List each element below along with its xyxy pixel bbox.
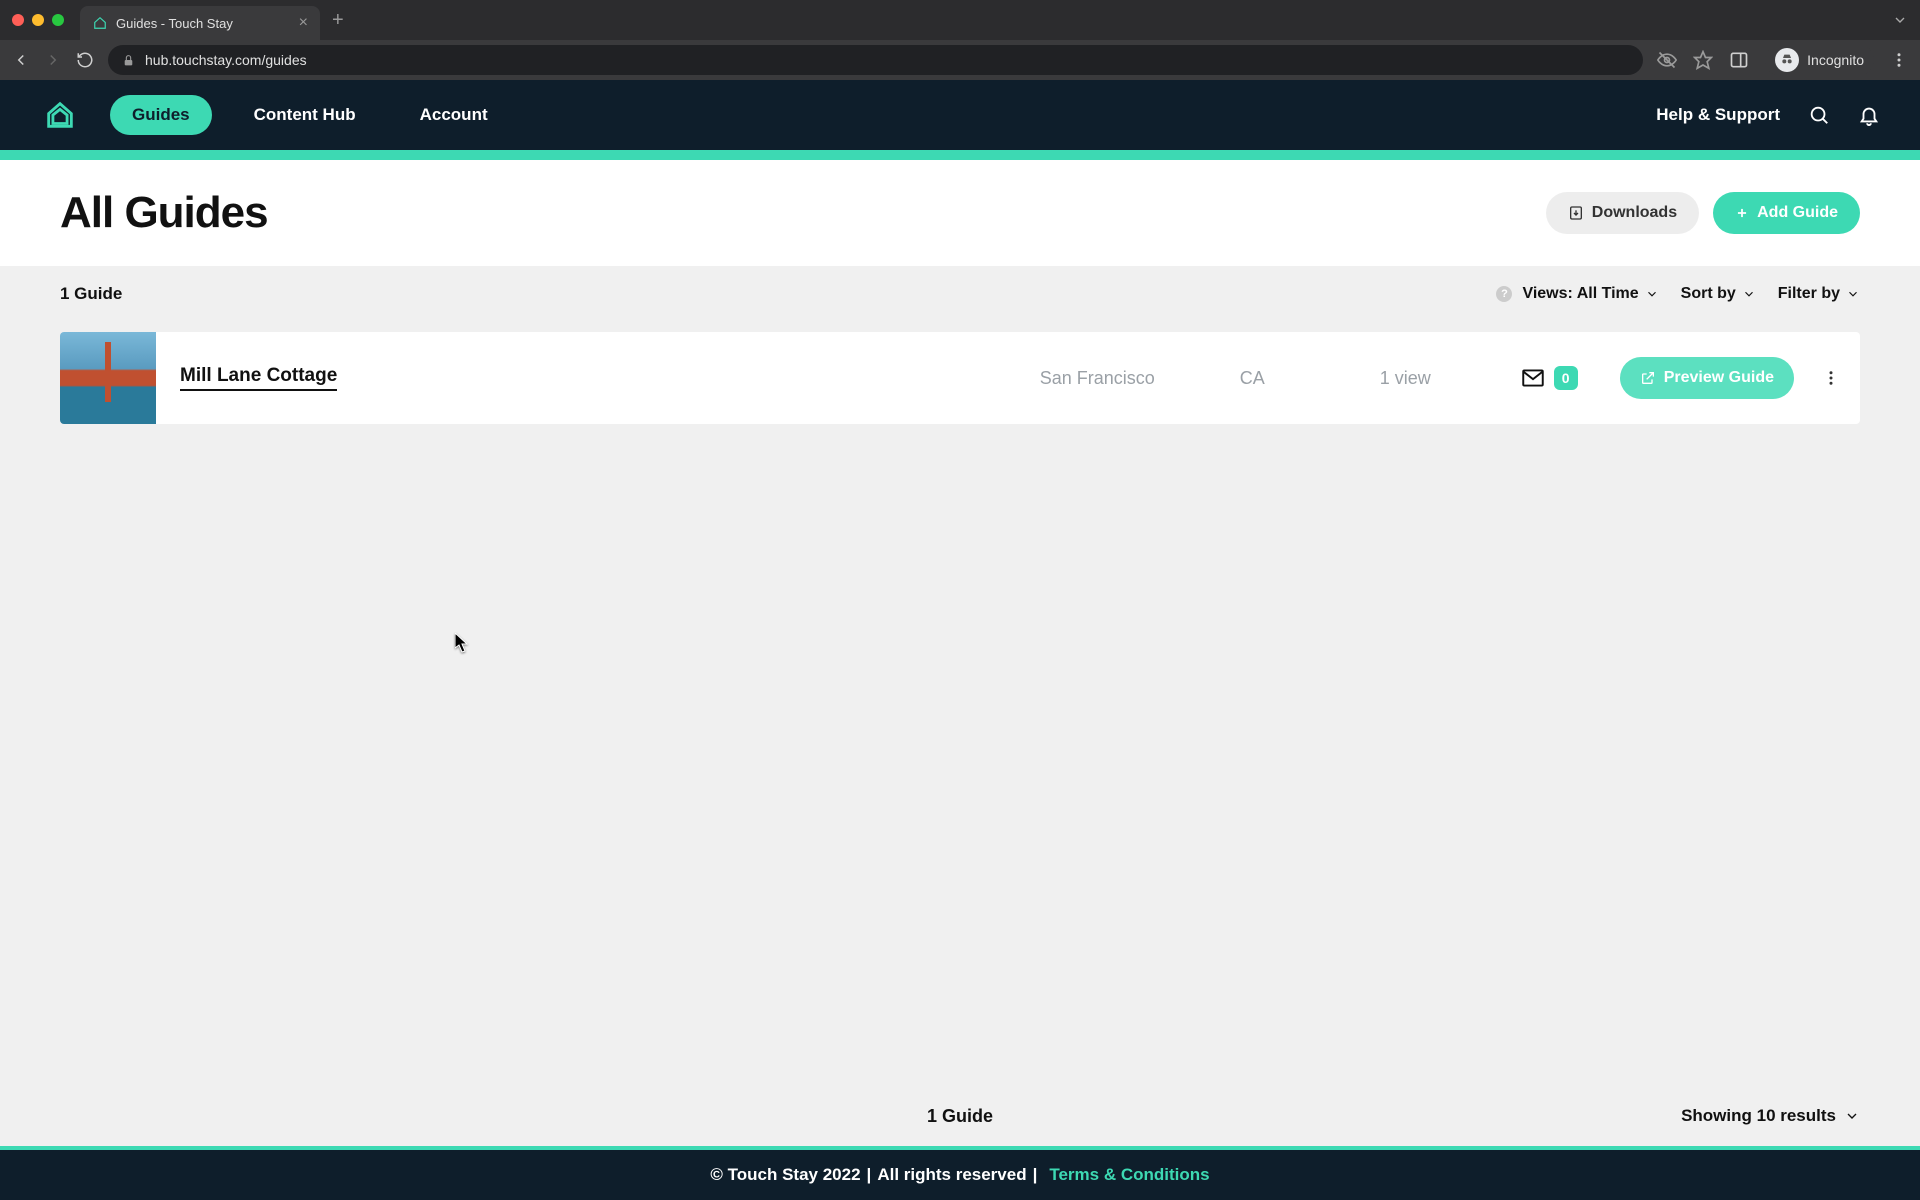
window-controls xyxy=(12,14,64,26)
header-actions: Downloads Add Guide xyxy=(1546,192,1860,234)
tab-favicon-icon xyxy=(92,15,108,31)
download-icon xyxy=(1568,205,1584,221)
top-nav: Guides Content Hub Account Help & Suppor… xyxy=(0,80,1920,150)
incognito-badge[interactable]: Incognito xyxy=(1765,44,1874,76)
lock-icon xyxy=(122,54,135,67)
sort-dropdown[interactable]: Sort by xyxy=(1681,285,1756,303)
views-dropdown[interactable]: ? Views: All Time xyxy=(1496,285,1658,303)
panel-icon[interactable] xyxy=(1729,50,1749,70)
help-icon: ? xyxy=(1496,286,1512,302)
tab-close-icon[interactable]: × xyxy=(299,14,308,32)
results-per-page[interactable]: Showing 10 results xyxy=(1681,1106,1860,1126)
guide-thumbnail[interactable] xyxy=(60,332,156,424)
browser-tab[interactable]: Guides - Touch Stay × xyxy=(80,6,320,40)
add-guide-button[interactable]: Add Guide xyxy=(1713,192,1860,234)
tabs-dropdown-icon[interactable] xyxy=(1892,12,1908,28)
bell-icon[interactable] xyxy=(1858,104,1880,126)
views-label: Views: All Time xyxy=(1522,285,1638,303)
incognito-label: Incognito xyxy=(1807,52,1864,68)
row-more-icon[interactable] xyxy=(1822,369,1840,387)
incognito-icon xyxy=(1775,48,1799,72)
kebab-menu-icon[interactable] xyxy=(1890,51,1908,69)
preview-label: Preview Guide xyxy=(1664,369,1774,387)
downloads-label: Downloads xyxy=(1592,204,1677,222)
url-text: hub.touchstay.com/guides xyxy=(145,52,307,68)
nav-item-content-hub[interactable]: Content Hub xyxy=(232,95,378,135)
site-footer: © Touch Stay 2022 | All rights reserved … xyxy=(0,1150,1920,1200)
chevron-down-icon xyxy=(1846,287,1860,301)
nav-item-account[interactable]: Account xyxy=(398,95,510,135)
guide-count: 1 Guide xyxy=(60,284,122,304)
new-tab-button[interactable]: + xyxy=(332,9,344,32)
results-label: Showing 10 results xyxy=(1681,1106,1836,1126)
preview-guide-button[interactable]: Preview Guide xyxy=(1620,357,1794,399)
chevron-down-icon xyxy=(1742,287,1756,301)
mail-icon xyxy=(1520,365,1546,391)
plus-icon xyxy=(1735,206,1749,220)
list-footer: 1 Guide Showing 10 results xyxy=(0,1086,1920,1146)
chevron-down-icon xyxy=(1844,1108,1860,1124)
logo[interactable] xyxy=(40,95,80,135)
footer-copyright: © Touch Stay 2022 xyxy=(710,1165,860,1185)
guide-views: 1 view xyxy=(1380,368,1520,389)
filter-label: Filter by xyxy=(1778,285,1840,303)
footer-count: 1 Guide xyxy=(927,1106,993,1127)
guide-mail[interactable]: 0 xyxy=(1520,365,1620,391)
page-title: All Guides xyxy=(60,188,268,238)
forward-button[interactable] xyxy=(44,51,62,69)
nav-items: Guides Content Hub Account xyxy=(110,95,510,135)
url-field[interactable]: hub.touchstay.com/guides xyxy=(108,45,1643,75)
chevron-down-icon xyxy=(1645,287,1659,301)
browser-tab-bar: Guides - Touch Stay × + xyxy=(0,0,1920,40)
guide-city: San Francisco xyxy=(1040,368,1240,389)
app-root: Guides Content Hub Account Help & Suppor… xyxy=(0,80,1920,1200)
tab-title: Guides - Touch Stay xyxy=(116,16,291,31)
back-button[interactable] xyxy=(12,51,30,69)
search-icon[interactable] xyxy=(1808,104,1830,126)
external-link-icon xyxy=(1640,370,1656,386)
window-close[interactable] xyxy=(12,14,24,26)
mail-count-badge: 0 xyxy=(1554,366,1578,390)
sort-label: Sort by xyxy=(1681,285,1736,303)
list-controls: 1 Guide ? Views: All Time Sort by Filter… xyxy=(0,266,1920,322)
filter-dropdown[interactable]: Filter by xyxy=(1778,285,1860,303)
reload-button[interactable] xyxy=(76,51,94,69)
nav-item-guides[interactable]: Guides xyxy=(110,95,212,135)
browser-url-bar: hub.touchstay.com/guides Incognito xyxy=(0,40,1920,80)
footer-rights: All rights reserved xyxy=(877,1165,1026,1185)
accent-bar xyxy=(0,150,1920,160)
page-header: All Guides Downloads Add Guide xyxy=(0,160,1920,266)
eye-off-icon[interactable] xyxy=(1657,50,1677,70)
add-guide-label: Add Guide xyxy=(1757,204,1838,222)
downloads-button[interactable]: Downloads xyxy=(1546,192,1699,234)
guide-row: Mill Lane Cottage San Francisco CA 1 vie… xyxy=(60,332,1860,424)
window-minimize[interactable] xyxy=(32,14,44,26)
guide-state: CA xyxy=(1240,368,1380,389)
guide-list: Mill Lane Cottage San Francisco CA 1 vie… xyxy=(0,322,1920,1086)
help-support-link[interactable]: Help & Support xyxy=(1656,105,1780,125)
terms-link[interactable]: Terms & Conditions xyxy=(1049,1165,1209,1185)
star-icon[interactable] xyxy=(1693,50,1713,70)
nav-right: Help & Support xyxy=(1656,104,1880,126)
control-group: ? Views: All Time Sort by Filter by xyxy=(1496,285,1860,303)
window-maximize[interactable] xyxy=(52,14,64,26)
guide-name-link[interactable]: Mill Lane Cottage xyxy=(180,365,337,391)
